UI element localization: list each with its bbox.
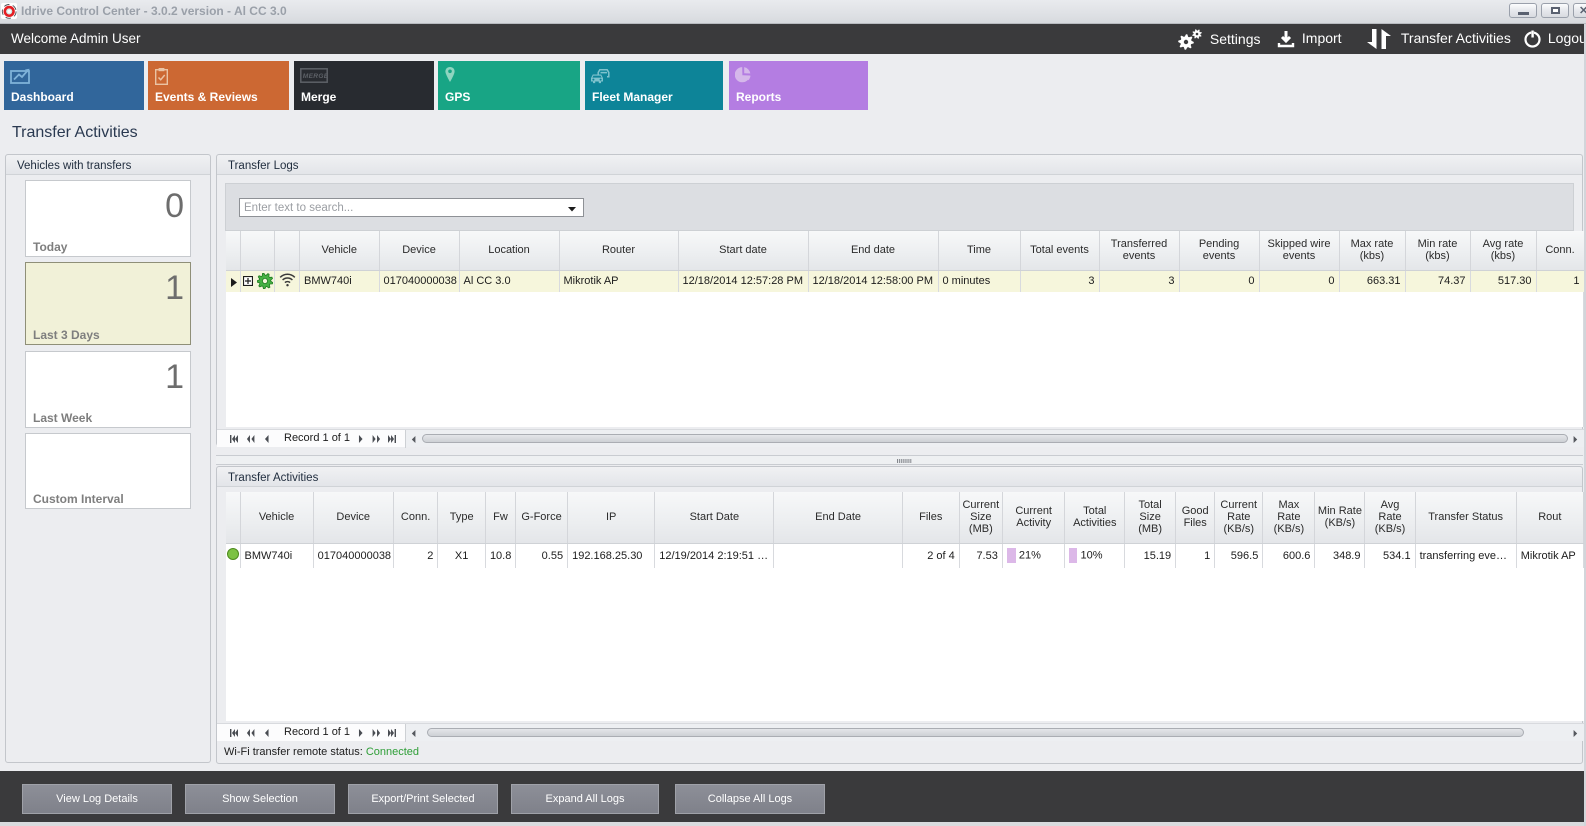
svg-text:MERGE: MERGE: [303, 73, 328, 80]
